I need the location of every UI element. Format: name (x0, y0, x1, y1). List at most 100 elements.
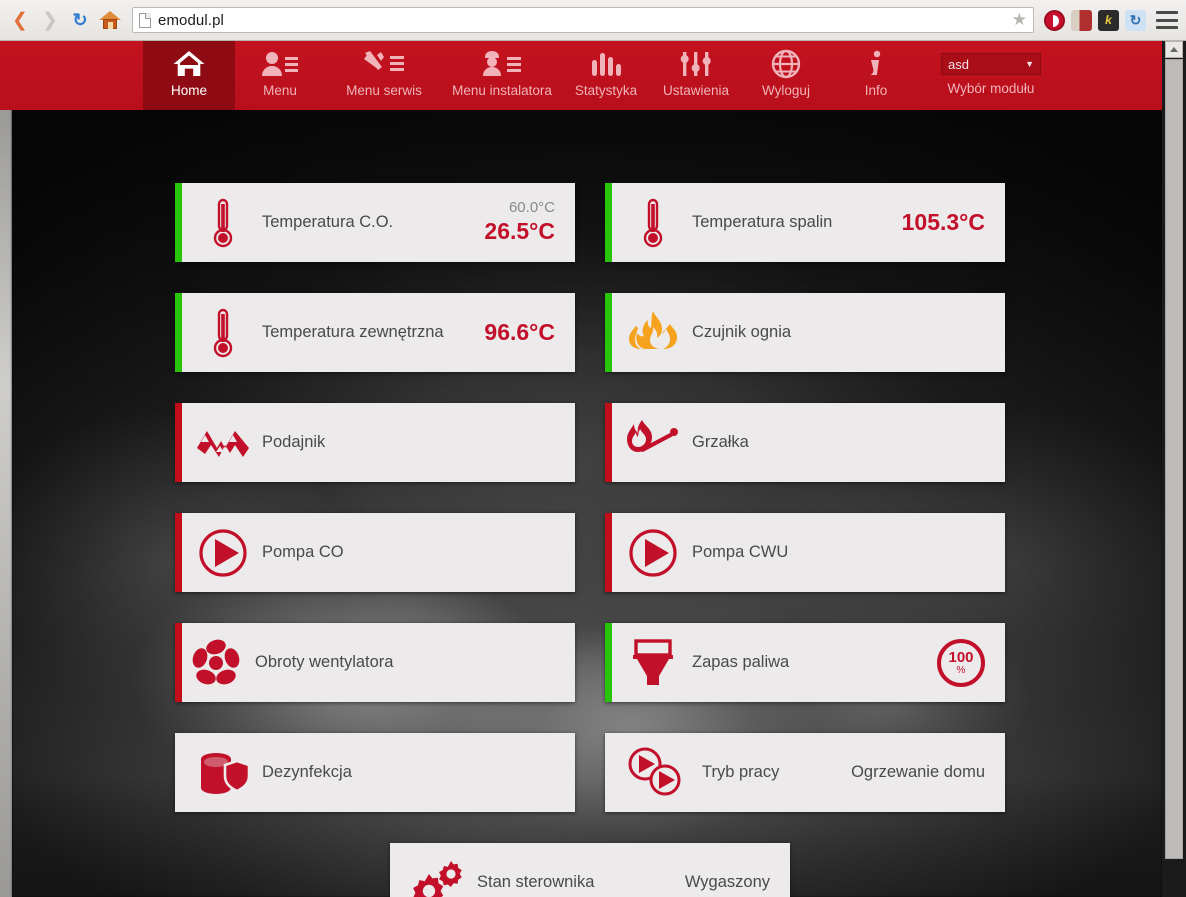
chevron-down-icon: ▼ (1025, 59, 1034, 69)
pump-icon (622, 528, 684, 578)
nav-label-wyloguj-settings: Ustawienia (662, 83, 730, 98)
card-title: Czujnik ognia (692, 323, 792, 341)
dual-pump-icon (622, 747, 694, 799)
status-bar-red (175, 513, 182, 592)
status-bar-green (605, 293, 612, 372)
card-value-group: 60.0°C 26.5°C (484, 199, 575, 245)
card-temperatura-zewnetrzna[interactable]: Temperatura zewnętrzna 96.6°C (175, 293, 575, 372)
card-dezynfekcja[interactable]: Dezynfekcja (175, 733, 575, 812)
nav-item-menu-instalatora[interactable]: Menu instalatora (443, 41, 561, 110)
scroll-thumb[interactable] (1165, 59, 1183, 859)
status-bar-green (605, 623, 612, 702)
nav-label-menu: Menu (263, 83, 297, 98)
browser-toolbar: ❮ ❯ ↻ emodul.pl ★ k ↻ (0, 0, 1186, 41)
card-czujnik-ognia[interactable]: Czujnik ognia (605, 293, 1005, 372)
k-extension-icon[interactable]: k (1098, 9, 1119, 31)
status-bar-green (175, 293, 182, 372)
module-select-label: Wybór modułu (947, 81, 1035, 96)
card-zapas-paliwa[interactable]: Zapas paliwa 100 % (605, 623, 1005, 702)
nav-label-home: Home (170, 83, 207, 98)
card-temperatura-spalin[interactable]: Temperatura spalin 105.3°C (605, 183, 1005, 262)
card-stan-sterownika[interactable]: Stan sterownika Wygaszony (390, 843, 790, 897)
forward-arrow-icon[interactable]: ❯ (38, 8, 62, 32)
dashboard-cards: Temperatura C.O. 60.0°C 26.5°C Temperatu… (0, 110, 1174, 897)
nav-label-info: Info (864, 83, 888, 98)
globe-icon (771, 49, 801, 79)
status-bar-none (605, 733, 612, 812)
card-title: Tryb pracy (702, 763, 780, 781)
info-icon (867, 49, 885, 79)
card-title: Pompa CWU (692, 543, 789, 561)
nav-item-menu-serwis[interactable]: Menu serwis (325, 41, 443, 110)
tools-list-icon (362, 49, 406, 79)
card-grzalka[interactable]: Grzałka (605, 403, 1005, 482)
thermometer-icon (192, 198, 254, 248)
status-bar-none (175, 733, 182, 812)
status-bar-green (175, 183, 182, 262)
nav-item-statystyka[interactable]: Statystyka (561, 41, 651, 110)
card-title: Pompa CO (262, 543, 344, 561)
nav-item-menu[interactable]: Menu (235, 41, 325, 110)
card-value-group: Ogrzewanie domu (851, 763, 1005, 782)
card-pompa-co[interactable]: Pompa CO (175, 513, 575, 592)
module-select[interactable]: asd ▼ (941, 53, 1041, 75)
nav-label-menu-instalatora: Menu instalatora (452, 83, 552, 98)
card-tryb-pracy[interactable]: Tryb pracy Ogrzewanie domu (605, 733, 1005, 812)
card-title: Grzałka (692, 433, 749, 451)
igniter-match-icon (622, 419, 684, 467)
scroll-up-arrow-icon[interactable] (1165, 41, 1183, 58)
thermometer-icon (622, 198, 684, 248)
card-text-value: Ogrzewanie domu (851, 763, 985, 781)
nav-label-wyloguj: Wyloguj (762, 83, 810, 98)
card-value-group: 100 % (937, 638, 1005, 687)
bookmarks-extension-icon[interactable] (1071, 9, 1092, 31)
sync-extension-icon[interactable]: ↻ (1125, 9, 1146, 31)
auger-feeder-icon (192, 426, 254, 460)
fuel-percent-value: 100 (948, 648, 974, 666)
status-bar-red (175, 403, 182, 482)
reload-icon[interactable]: ↻ (68, 8, 92, 32)
sliders-icon (679, 49, 713, 79)
fan-icon (185, 638, 247, 688)
card-value-group: 96.6°C (484, 319, 575, 347)
hamburger-menu-icon[interactable] (1156, 11, 1178, 29)
card-title: Zapas paliwa (692, 653, 790, 671)
installer-list-icon (481, 49, 523, 79)
card-title: Temperatura C.O. (262, 213, 394, 231)
url-text: emodul.pl (158, 11, 224, 29)
disinfection-icon (192, 748, 254, 798)
module-select-value: asd (948, 56, 969, 72)
card-title: Dezynfekcja (262, 763, 352, 781)
card-pompa-cwu[interactable]: Pompa CWU (605, 513, 1005, 592)
nav-item-info[interactable]: Info (831, 41, 921, 110)
star-icon[interactable]: ★ (1012, 10, 1027, 30)
nav-label-statystyka: Statystyka (574, 83, 638, 98)
opera-extension-icon[interactable] (1044, 9, 1065, 31)
card-text-value: Wygaszony (684, 873, 770, 891)
fuel-percent-unit: % (956, 664, 966, 676)
thermometer-icon (192, 308, 254, 358)
url-bar[interactable]: emodul.pl ★ (132, 7, 1034, 33)
card-podajnik[interactable]: Podajnik (175, 403, 575, 482)
card-title: Temperatura spalin (692, 213, 833, 231)
page-icon (139, 12, 151, 28)
nav-label-menu-serwis: Menu serwis (346, 83, 422, 98)
nav-item-wyloguj[interactable]: Wyloguj (741, 41, 831, 110)
card-main-value: 26.5°C (484, 218, 555, 245)
status-bar-red (605, 513, 612, 592)
card-title: Stan sterownika (477, 873, 595, 891)
home-icon[interactable] (98, 8, 122, 32)
nav-item-ustawienia[interactable]: Ustawienia (651, 41, 741, 110)
pump-icon (192, 528, 254, 578)
card-obroty-wentylatora[interactable]: Obroty wentylatora (175, 623, 575, 702)
card-title: Podajnik (262, 433, 326, 451)
card-set-value: 60.0°C (508, 199, 555, 217)
status-bar-red (175, 623, 182, 702)
back-arrow-icon[interactable]: ❮ (8, 8, 32, 32)
nav-item-home[interactable]: Home (143, 41, 235, 110)
vertical-scrollbar[interactable] (1162, 41, 1186, 897)
module-selector-wrap: asd ▼ Wybór modułu (921, 41, 1061, 110)
card-value-group: 105.3°C (902, 209, 1005, 237)
card-temperatura-co[interactable]: Temperatura C.O. 60.0°C 26.5°C (175, 183, 575, 262)
